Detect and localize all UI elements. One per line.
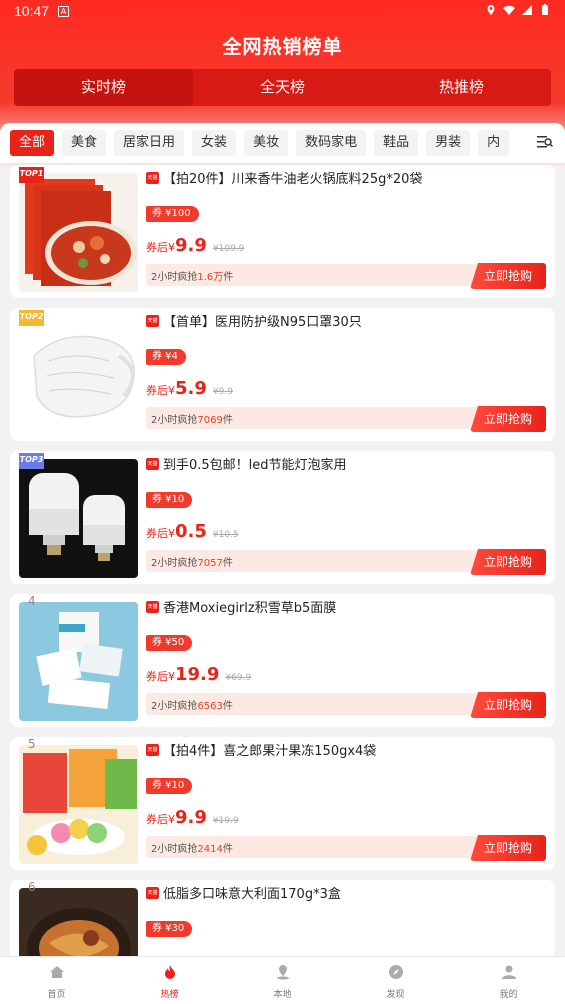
tab-local[interactable]: 本地 <box>226 957 339 1004</box>
sales-text: 2小时疯抢6563件 <box>151 701 233 712</box>
tab-allday[interactable]: 全天榜 <box>193 69 372 106</box>
home-icon <box>49 966 64 978</box>
category-all[interactable]: 全部 <box>10 130 55 156</box>
coupon-badge: 券 ¥30 <box>146 921 193 937</box>
notification-icon: A <box>58 6 69 17</box>
product-title: 【拍4件】喜之郎果汁果冻150gx4袋 <box>163 744 377 759</box>
product-image-led-bulb <box>19 459 138 578</box>
product-card[interactable]: TOP3 天猫 到手0.5包邮！led节能灯泡家用 券 ¥10 券后¥0.5 ¥1… <box>10 451 555 584</box>
sales-bar: 2小时疯抢7069件 立即抢购 <box>146 406 546 432</box>
original-price: ¥10.5 <box>212 530 239 540</box>
category-household[interactable]: 居家日用 <box>114 130 185 156</box>
price-after-coupon: 券后¥5.9 ¥9.9 <box>146 378 233 399</box>
original-price: ¥109.9 <box>212 244 245 254</box>
rank-badge-top3: TOP3 <box>19 453 44 469</box>
status-bar: 10:47 A <box>0 0 565 24</box>
tab-hot-recommend[interactable]: 热推榜 <box>372 69 551 106</box>
product-card[interactable]: 5 天猫 【拍4件】喜之郎果汁果冻150gx4袋 券 ¥10 券后¥9.9 ¥19… <box>10 737 555 870</box>
product-card[interactable]: TOP2 天猫 【首单】医用防护级N95口罩30只 券 ¥4 券后¥5.9 ¥9.… <box>10 308 555 441</box>
battery-icon <box>542 4 548 15</box>
category-mens[interactable]: 男装 <box>426 130 471 156</box>
coupon-badge: 券 ¥10 <box>146 778 193 794</box>
category-underwear[interactable]: 内 <box>478 130 510 156</box>
category-shoes[interactable]: 鞋品 <box>374 130 419 156</box>
sales-bar: 2小时疯抢7057件 立即抢购 <box>146 549 546 575</box>
buy-now-button[interactable]: 立即抢购 <box>470 835 546 861</box>
sales-text: 2小时疯抢7069件 <box>151 415 233 426</box>
tab-discover[interactable]: 发现 <box>339 957 452 1004</box>
category-beauty[interactable]: 美妆 <box>244 130 289 156</box>
product-title: 【首单】医用防护级N95口罩30只 <box>163 315 362 330</box>
sales-bar: 2小时疯抢1.6万件 立即抢购 <box>146 263 546 289</box>
product-title: 香港Moxiegirlz积雪草b5面膜 <box>163 601 337 616</box>
product-title: 低脂多口味意大利面170g*3盒 <box>163 887 341 902</box>
rank-number: 6 <box>28 880 36 894</box>
rank-badge-top1: TOP1 <box>19 167 44 183</box>
price-after-coupon: 券后¥9.9 ¥109.9 <box>146 235 245 256</box>
buy-now-button[interactable]: 立即抢购 <box>470 263 546 289</box>
rank-number: 4 <box>28 594 36 608</box>
coupon-badge: 券 ¥50 <box>146 635 193 651</box>
wifi-icon <box>503 5 515 15</box>
original-price: ¥19.9 <box>212 816 239 826</box>
bottom-tab-bar: 首页 热榜 本地 发现 我的 <box>0 956 565 1004</box>
coupon-badge: 券 ¥100 <box>146 206 199 222</box>
rank-number: 5 <box>28 737 36 751</box>
tab-realtime[interactable]: 实时榜 <box>14 69 193 106</box>
sales-text: 2小时疯抢1.6万件 <box>151 272 234 283</box>
buy-now-button[interactable]: 立即抢购 <box>470 406 546 432</box>
tab-mine[interactable]: 我的 <box>452 957 565 1004</box>
category-bar: 全部 美食 居家日用 女装 美妆 数码家电 鞋品 男装 内 <box>0 123 565 163</box>
category-womens[interactable]: 女装 <box>192 130 237 156</box>
tmall-icon: 天猫 <box>146 315 159 327</box>
buy-now-button[interactable]: 立即抢购 <box>470 692 546 718</box>
status-time: 10:47 <box>14 3 50 19</box>
category-digital[interactable]: 数码家电 <box>296 130 367 156</box>
sales-text: 2小时疯抢2414件 <box>151 844 233 855</box>
category-menu-button[interactable] <box>525 123 565 163</box>
coupon-badge: 券 ¥10 <box>146 492 193 508</box>
product-image-mask <box>19 316 138 435</box>
rank-badge-top2: TOP2 <box>19 310 44 326</box>
sales-bar: 2小时疯抢2414件 立即抢购 <box>146 835 546 861</box>
original-price: ¥69.9 <box>225 673 252 683</box>
product-card[interactable]: TOP1 天猫 【拍20件】川来香牛油老火锅底料25g*20袋 券 ¥100 券… <box>10 165 555 298</box>
user-icon <box>501 965 516 979</box>
product-image-jelly <box>19 745 138 864</box>
tmall-icon: 天猫 <box>146 172 159 184</box>
sales-text: 2小时疯抢7057件 <box>151 558 233 569</box>
product-title: 【拍20件】川来香牛油老火锅底料25g*20袋 <box>163 172 423 187</box>
original-price: ¥9.9 <box>212 387 233 397</box>
buy-now-button[interactable]: 立即抢购 <box>470 549 546 575</box>
flame-icon <box>164 965 175 979</box>
menu-search-icon <box>537 136 553 148</box>
location-icon <box>276 965 289 980</box>
tmall-icon: 天猫 <box>146 601 159 613</box>
page-title: 全网热销榜单 <box>222 36 343 58</box>
tmall-icon: 天猫 <box>146 458 159 470</box>
location-status-icon <box>487 5 495 15</box>
ranking-segment-control: 实时榜 全天榜 热推榜 <box>14 69 551 106</box>
compass-icon <box>388 965 403 979</box>
tmall-icon: 天猫 <box>146 887 159 899</box>
price-after-coupon: 券后¥0.5 ¥10.5 <box>146 521 239 542</box>
tab-home[interactable]: 首页 <box>0 957 113 1004</box>
coupon-badge: 券 ¥4 <box>146 349 186 365</box>
signal-icon <box>522 5 532 15</box>
tab-hot-list[interactable]: 热榜 <box>113 957 226 1004</box>
price-after-coupon: 券后¥19.9 ¥69.9 <box>146 664 252 685</box>
price-after-coupon: 券后¥9.9 ¥19.9 <box>146 807 239 828</box>
category-food[interactable]: 美食 <box>62 130 107 156</box>
product-image-hotpot <box>19 173 138 292</box>
product-card[interactable]: 4 天猫 香港Moxiegirlz积雪草b5面膜 券 ¥50 券后¥19.9 ¥6… <box>10 594 555 727</box>
product-title: 到手0.5包邮！led节能灯泡家用 <box>163 458 347 473</box>
tmall-icon: 天猫 <box>146 744 159 756</box>
product-image-face-mask <box>19 602 138 721</box>
sales-bar: 2小时疯抢6563件 立即抢购 <box>146 692 546 718</box>
